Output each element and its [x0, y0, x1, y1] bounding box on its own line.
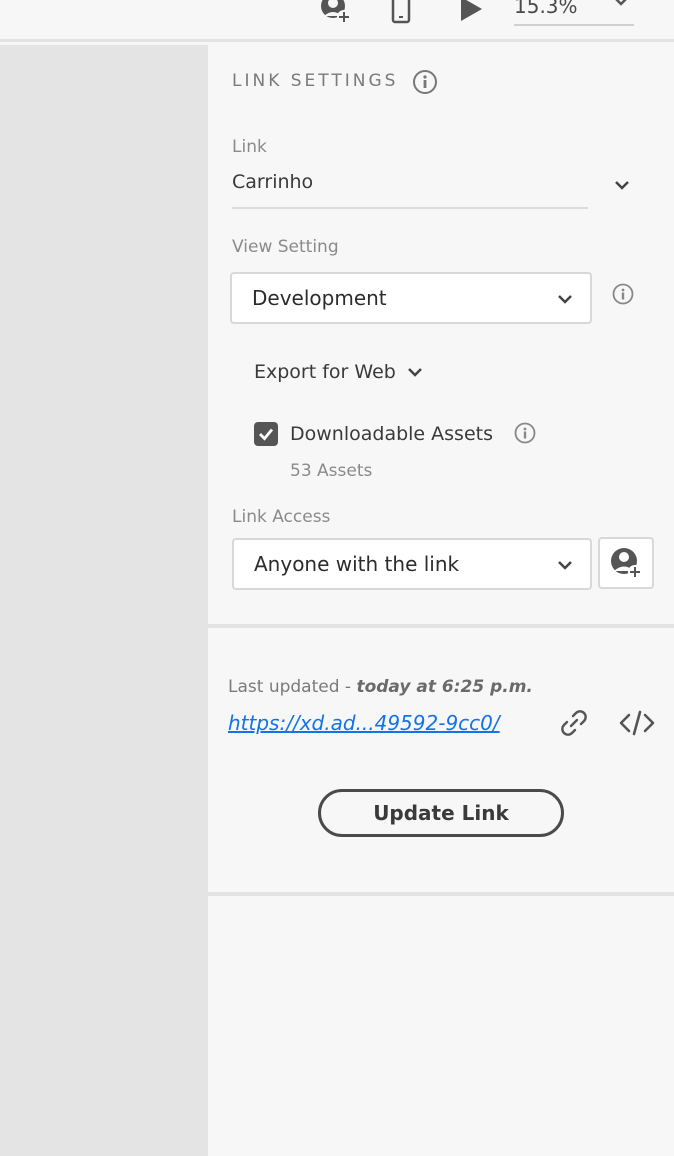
link-underline [232, 207, 588, 209]
info-icon[interactable] [514, 422, 536, 448]
chevron-down-icon [556, 290, 574, 312]
export-for-web-dropdown[interactable]: Export for Web [254, 361, 424, 383]
link-select-value[interactable]: Carrinho [232, 171, 313, 193]
assets-count: 53 Assets [290, 461, 373, 481]
top-toolbar: 15.3% [0, 0, 674, 42]
device-preview-icon[interactable] [384, 0, 418, 26]
link-settings-panel: LINK SETTINGS Link Carrinho View Setting… [208, 45, 674, 1156]
section-divider [208, 624, 674, 628]
play-icon[interactable] [454, 0, 488, 26]
link-access-select[interactable]: Anyone with the link [232, 538, 592, 590]
export-for-web-label: Export for Web [254, 361, 396, 383]
section-title: LINK SETTINGS [232, 71, 399, 91]
invite-user-icon [611, 548, 642, 579]
chevron-down-icon [556, 556, 574, 578]
view-setting-select[interactable]: Development [230, 272, 592, 324]
last-updated-time: today at 6:25 p.m. [356, 677, 533, 697]
checkmark-icon [259, 428, 274, 441]
canvas-area [0, 45, 208, 1156]
embed-code-icon[interactable] [618, 707, 656, 743]
link-access-value: Anyone with the link [254, 552, 460, 576]
zoom-select[interactable]: 15.3% [514, 0, 634, 26]
info-icon[interactable] [412, 69, 438, 99]
invite-people-button[interactable] [598, 537, 654, 589]
zoom-value: 15.3% [514, 0, 578, 18]
update-link-button[interactable]: Update Link [318, 789, 564, 837]
section-divider [208, 892, 674, 896]
link-access-label: Link Access [232, 507, 331, 527]
chevron-down-icon [612, 0, 630, 14]
link-label: Link [232, 137, 267, 157]
downloadable-assets-label: Downloadable Assets [290, 423, 493, 445]
view-setting-label: View Setting [232, 237, 339, 257]
shared-link-url[interactable]: https://xd.ad...49592-9cc0/ [228, 711, 500, 735]
downloadable-assets-checkbox[interactable] [254, 422, 278, 446]
last-updated-text: Last updated - today at 6:25 p.m. [228, 677, 533, 697]
view-setting-value: Development [252, 286, 387, 310]
chevron-down-icon[interactable] [612, 175, 632, 199]
last-updated-prefix: Last updated - [228, 677, 357, 697]
chevron-down-icon [406, 363, 424, 381]
info-icon[interactable] [612, 283, 634, 309]
invite-user-icon[interactable] [318, 0, 352, 26]
copy-link-icon[interactable] [558, 707, 590, 743]
